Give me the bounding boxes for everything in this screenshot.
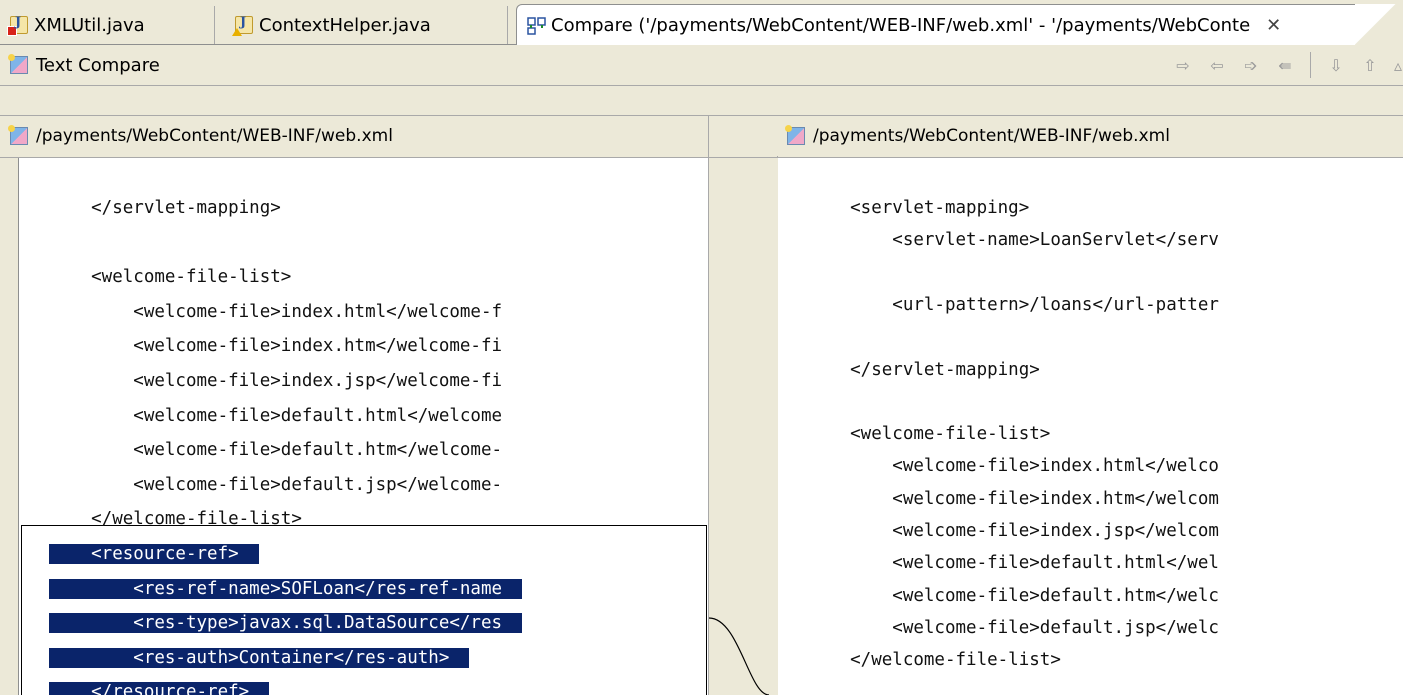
code-line-text: <welcome-file>default.html</welcome: [49, 405, 503, 426]
right-pane-title: /payments/WebContent/WEB-INF/web.xml: [777, 116, 1403, 156]
java-file-warning-icon: [232, 15, 253, 36]
editor-tab-bar: XMLUtil.java ContextHelper.java Compare …: [0, 0, 1403, 45]
code-line: <servlet-name>LoanServlet</serv: [808, 223, 1219, 257]
copy-current-right-to-left-icon[interactable]: ⇚: [1274, 54, 1296, 76]
code-line-text: <res-ref-name>SOFLoan</res-ref-name: [49, 578, 523, 599]
code-line: <welcome-file>default.jsp</welcome-: [49, 468, 502, 502]
code-line: <welcome-file-list>: [808, 417, 1050, 451]
right-pane-path: /payments/WebContent/WEB-INF/web.xml: [813, 126, 1170, 146]
previous-difference-icon[interactable]: ⇧: [1359, 54, 1381, 76]
code-line: <servlet-mapping>: [808, 191, 1029, 225]
code-line: <welcome-file>index.jsp</welcom: [808, 514, 1219, 548]
code-line-text: <welcome-file>default.html</wel: [808, 553, 1219, 574]
text-compare-title: Text Compare: [36, 54, 160, 76]
left-pane-path: /payments/WebContent/WEB-INF/web.xml: [36, 126, 393, 146]
code-line: </servlet-mapping>: [49, 191, 281, 225]
code-line-text: <welcome-file>default.jsp</welcome-: [49, 474, 503, 495]
code-line: <url-pattern>/loans</url-patter: [808, 288, 1219, 322]
code-line: <welcome-file>default.html</welcome: [49, 399, 502, 433]
code-line-text: </servlet-mapping>: [49, 198, 281, 218]
code-line-text: <welcome-file>default.htm</welc: [808, 585, 1219, 606]
code-line-text: <servlet-mapping>: [808, 198, 1030, 218]
code-line: <welcome-file>index.htm</welcom: [808, 482, 1219, 516]
copy-current-left-to-right-icon[interactable]: ➩: [1240, 54, 1262, 76]
code-line: </servlet-mapping>: [808, 353, 1040, 387]
code-line-text: <resource-ref>: [49, 544, 259, 564]
tab-label: ContextHelper.java: [259, 14, 431, 36]
title-separator: [708, 115, 709, 157]
compare-toolbar: ⇨ ⇦ ➩ ⇚ ⇩ ⇧ ▵: [1166, 45, 1403, 85]
toolbar-separator: [1310, 52, 1311, 78]
code-line: <welcome-file>index.htm</welcome-fi: [49, 329, 502, 363]
code-line-text: </resource-ref>: [49, 682, 270, 695]
code-line: </resource-ref>: [49, 675, 270, 695]
copy-all-left-to-right-icon[interactable]: ⇨: [1172, 54, 1194, 76]
left-pane-title: /payments/WebContent/WEB-INF/web.xml: [0, 116, 708, 156]
next-difference-icon[interactable]: ⇩: [1325, 54, 1347, 76]
code-line-text: <welcome-file>default.jsp</welc: [808, 617, 1219, 638]
diff-connector-line: [709, 617, 770, 695]
code-line-text: <welcome-file>index.html</welco: [808, 456, 1219, 477]
left-text-editor[interactable]: </servlet-mapping> <welcome-file-list> <…: [18, 158, 709, 695]
text-compare-header: Text Compare ⇨ ⇦ ➩ ⇚ ⇩ ⇧ ▵: [0, 45, 1403, 86]
diff-connector-gutter[interactable]: [708, 158, 780, 695]
code-line: <resource-ref>: [49, 537, 259, 571]
code-line: </welcome-file-list>: [808, 643, 1061, 677]
code-line: <welcome-file>default.htm</welc: [808, 579, 1219, 613]
code-line-text: </welcome-file-list>: [808, 650, 1061, 671]
left-overview-ruler: [0, 158, 19, 695]
code-line: <welcome-file>index.html</welcome-f: [49, 295, 502, 329]
code-line-text: <welcome-file>index.htm</welcome-fi: [49, 336, 503, 357]
code-line-text: <welcome-file>index.htm</welcom: [808, 488, 1219, 509]
code-line-text: <welcome-file-list>: [49, 267, 292, 288]
tab-compare[interactable]: Compare ('/payments/WebContent/WEB-INF/w…: [516, 4, 1356, 45]
close-icon[interactable]: ✕: [1266, 15, 1281, 36]
java-file-error-icon: [7, 15, 28, 36]
code-line: <welcome-file>default.jsp</welc: [808, 611, 1219, 645]
code-line-text: <welcome-file>default.htm</welcome-: [49, 440, 503, 461]
right-text-editor[interactable]: <servlet-mapping> <servlet-name>LoanServ…: [778, 158, 1403, 695]
code-line: <welcome-file>default.htm</welcome-: [49, 433, 502, 467]
compare-spacer: [0, 86, 1403, 115]
tab-label: XMLUtil.java: [34, 14, 145, 36]
code-line: </welcome-file-list>: [49, 502, 302, 536]
text-compare-icon: [8, 54, 28, 74]
code-line: <welcome-file>index.jsp</welcome-fi: [49, 364, 502, 398]
code-line-text: <welcome-file>index.jsp</welcome-fi: [49, 371, 503, 391]
code-line: <res-ref-name>SOFLoan</res-ref-name: [49, 572, 523, 606]
code-line-text: <welcome-file>index.html</welcome-f: [49, 301, 503, 322]
code-line-text: <welcome-file>index.jsp</welcom: [808, 521, 1219, 541]
copy-all-right-to-left-icon[interactable]: ⇦: [1206, 54, 1228, 76]
xml-compare-icon: [785, 125, 805, 145]
code-line: <res-auth>Container</res-auth>: [49, 641, 470, 675]
code-line-text: <url-pattern>/loans</url-patter: [808, 294, 1219, 315]
code-line-text: <welcome-file-list>: [808, 424, 1051, 445]
compare-icon: [527, 16, 546, 35]
xml-compare-icon: [8, 125, 28, 145]
tab-contexthelper[interactable]: ContextHelper.java: [225, 6, 508, 44]
code-line-text: <res-type>javax.sql.DataSource</res: [49, 613, 523, 634]
tab-label: Compare ('/payments/WebContent/WEB-INF/w…: [551, 14, 1251, 36]
code-line: <welcome-file>index.html</welco: [808, 449, 1219, 483]
tab-bar-edge: [1355, 4, 1403, 45]
code-line: <res-type>javax.sql.DataSource</res: [49, 606, 523, 640]
code-line-text: <servlet-name>LoanServlet</serv: [808, 230, 1219, 251]
code-line-text: </servlet-mapping>: [808, 359, 1040, 380]
code-line-text: </welcome-file-list>: [49, 509, 302, 530]
code-line: <welcome-file>default.html</wel: [808, 546, 1219, 580]
code-line-text: <res-auth>Container</res-auth>: [49, 647, 470, 668]
code-line: <welcome-file-list>: [49, 260, 291, 294]
tab-xmlutil[interactable]: XMLUtil.java: [0, 6, 215, 44]
next-change-icon[interactable]: ▵: [1393, 54, 1403, 76]
